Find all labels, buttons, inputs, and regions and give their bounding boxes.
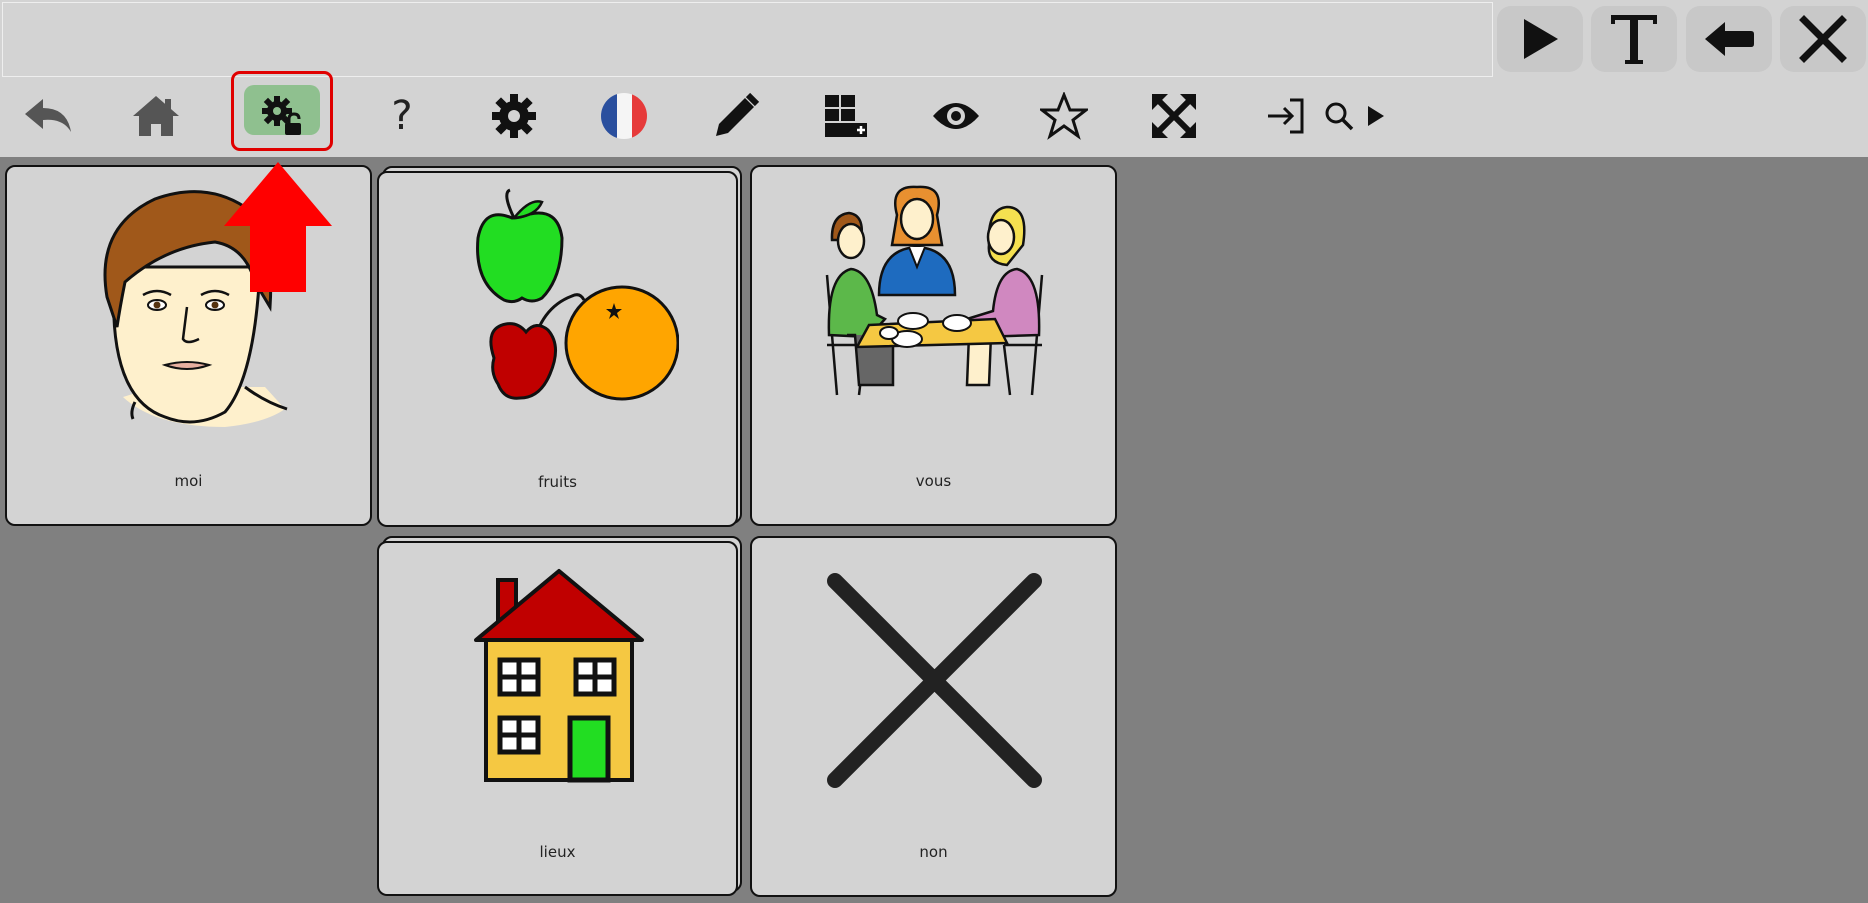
favorites-button[interactable] (1032, 84, 1096, 148)
french-flag-icon (601, 93, 647, 139)
star-icon (1040, 92, 1088, 140)
text-icon (1611, 15, 1657, 64)
sentence-bar[interactable] (2, 2, 1493, 77)
view-button[interactable] (924, 84, 988, 148)
backspace-icon (1705, 22, 1754, 56)
back-icon (25, 99, 71, 132)
settings-button[interactable] (482, 84, 546, 148)
fullscreen-icon (1152, 94, 1196, 138)
edit-icon (716, 92, 760, 136)
edit-button[interactable] (704, 84, 768, 148)
back-button[interactable] (16, 84, 80, 148)
text-button[interactable] (1591, 6, 1677, 72)
triangle-right-icon (1368, 106, 1384, 126)
highlight-box (231, 71, 333, 151)
fruits-picture (476, 188, 679, 401)
search-icon (1325, 102, 1354, 131)
card-lieux[interactable]: lieux (377, 541, 738, 896)
fullscreen-button[interactable] (1142, 84, 1206, 148)
card-label: lieux (539, 843, 576, 861)
arrow-up-icon (224, 162, 332, 292)
language-button[interactable] (592, 84, 656, 148)
cross-picture (827, 573, 1042, 788)
search-button[interactable] (1320, 84, 1390, 148)
card-label: non (919, 843, 948, 861)
card-vous[interactable]: vous (750, 165, 1117, 526)
card-label: fruits (538, 473, 577, 491)
card-non[interactable]: non (750, 536, 1117, 897)
people-at-table-picture (825, 185, 1044, 396)
help-icon: ? (391, 93, 413, 139)
backspace-button[interactable] (1686, 6, 1772, 72)
home-icon (133, 96, 179, 136)
play-icon (1524, 19, 1558, 59)
clear-icon (1799, 15, 1847, 63)
card-label: moi (174, 472, 203, 490)
settings-icon (492, 94, 536, 138)
clear-button[interactable] (1780, 6, 1866, 72)
help-button[interactable]: ? (370, 84, 434, 148)
play-button[interactable] (1497, 6, 1583, 72)
home-button[interactable] (124, 84, 188, 148)
eye-icon (933, 103, 979, 129)
login-button[interactable] (1254, 84, 1318, 148)
card-fruits[interactable]: fruits (377, 171, 738, 527)
add-grid-icon (825, 95, 867, 137)
card-label: vous (915, 472, 952, 490)
house-picture (474, 569, 644, 783)
login-icon (1268, 98, 1304, 134)
add-grid-button[interactable] (814, 84, 878, 148)
